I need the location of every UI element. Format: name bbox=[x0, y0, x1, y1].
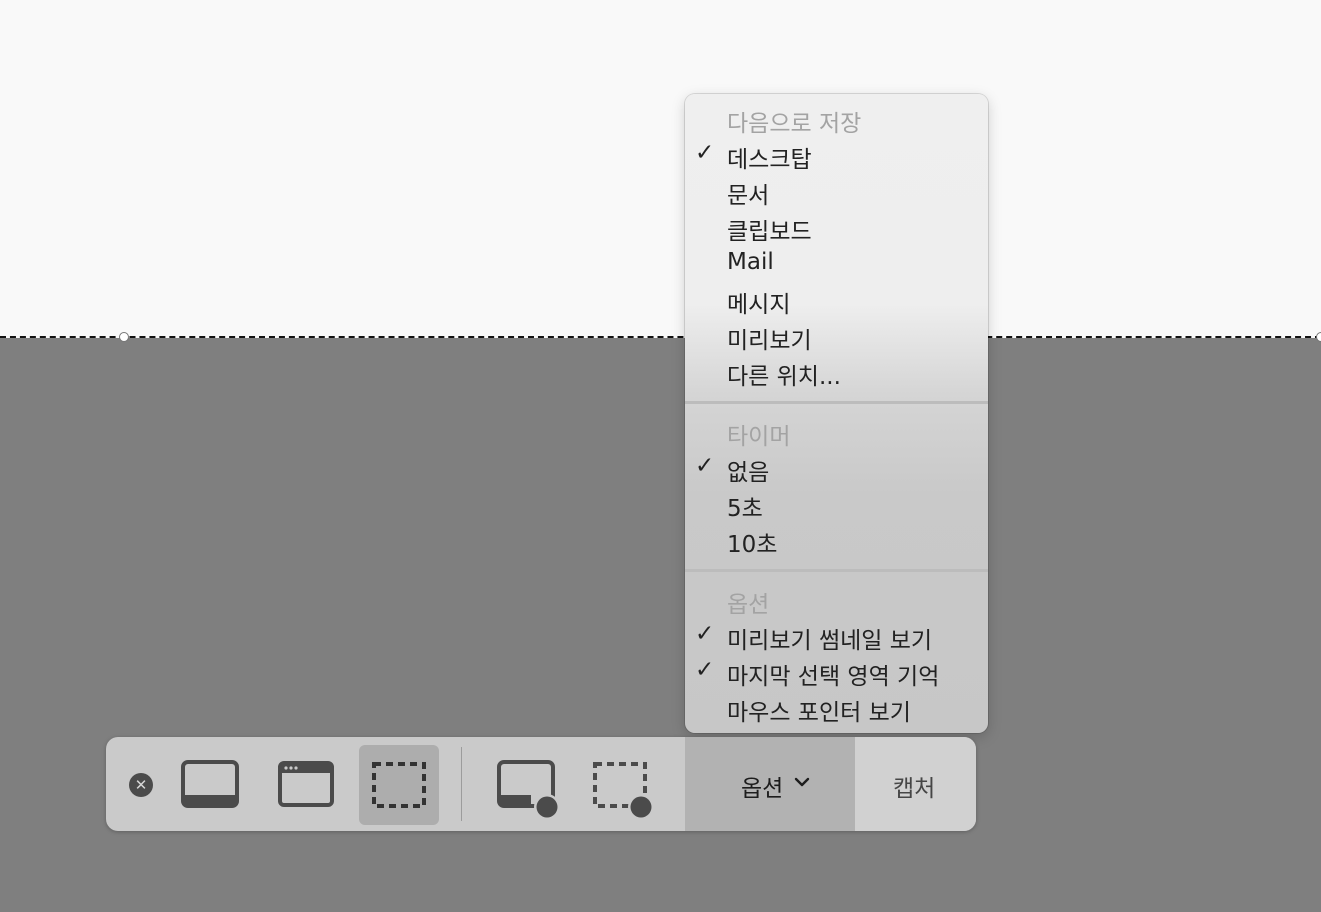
chevron-down-icon bbox=[794, 777, 810, 787]
menu-item-messages[interactable]: 메시지 bbox=[685, 279, 988, 318]
selection-resize-handle[interactable] bbox=[1316, 332, 1321, 342]
checkmark-icon: ✓ bbox=[695, 621, 715, 647]
menu-item-timer-5s[interactable]: 5초 bbox=[685, 483, 988, 522]
capture-entire-screen-icon bbox=[181, 760, 239, 808]
menu-separator bbox=[685, 569, 988, 572]
capture-selection-button[interactable] bbox=[359, 745, 439, 825]
menu-item-label: 다른 위치... bbox=[727, 364, 841, 390]
record-entire-screen-button[interactable] bbox=[486, 745, 566, 825]
menu-item-label: 마지막 선택 영역 기억 bbox=[727, 664, 940, 690]
options-menu: 다음으로 저장 ✓ 데스크탑 문서 클립보드 Mail 메시지 미리보기 다른 … bbox=[685, 94, 988, 733]
menu-header-label: 다음으로 저장 bbox=[727, 111, 862, 137]
capture-entire-screen-button[interactable] bbox=[170, 745, 250, 825]
menu-item-label: 문서 bbox=[727, 183, 770, 209]
options-button-label: 옵션 bbox=[741, 776, 784, 802]
screenshot-toolbar: ✕ 옵션 캡처 bbox=[106, 737, 976, 831]
selection-boundary[interactable] bbox=[0, 336, 1321, 338]
record-entire-screen-icon bbox=[497, 760, 560, 820]
menu-item-show-mouse-pointer[interactable]: 마우스 포인터 보기 bbox=[685, 687, 988, 726]
close-icon[interactable]: ✕ bbox=[129, 773, 153, 797]
menu-item-documents[interactable]: 문서 bbox=[685, 170, 988, 209]
menu-item-timer-10s[interactable]: 10초 bbox=[685, 519, 988, 558]
menu-header-save-to: 다음으로 저장 bbox=[685, 98, 988, 137]
capture-window-button[interactable] bbox=[266, 745, 346, 825]
menu-item-label: 마우스 포인터 보기 bbox=[727, 700, 911, 726]
menu-item-label: 데스크탑 bbox=[727, 147, 812, 173]
menu-item-label: Mail bbox=[727, 249, 774, 275]
menu-item-label: 5초 bbox=[727, 496, 763, 522]
menu-item-label: 클립보드 bbox=[727, 219, 812, 245]
menu-item-show-floating-thumbnail[interactable]: ✓ 미리보기 썸네일 보기 bbox=[685, 615, 988, 654]
menu-separator bbox=[685, 401, 988, 404]
menu-item-remember-last-selection[interactable]: ✓ 마지막 선택 영역 기억 bbox=[685, 651, 988, 690]
menu-item-mail[interactable]: Mail bbox=[685, 243, 988, 279]
record-selection-icon bbox=[593, 762, 654, 820]
menu-header-options: 옵션 bbox=[685, 579, 988, 618]
capture-button-label: 캡처 bbox=[893, 776, 936, 802]
capture-button[interactable]: 캡처 bbox=[855, 737, 976, 831]
menu-item-label: 메시지 bbox=[727, 292, 791, 318]
screen-area-unselected bbox=[0, 0, 1321, 338]
checkmark-icon: ✓ bbox=[695, 657, 715, 683]
menu-item-clipboard[interactable]: 클립보드 bbox=[685, 206, 988, 245]
menu-item-label: 미리보기 bbox=[727, 328, 812, 354]
menu-header-label: 옵션 bbox=[727, 592, 770, 618]
menu-item-label: 10초 bbox=[727, 532, 778, 558]
checkmark-icon: ✓ bbox=[695, 453, 715, 479]
menu-header-label: 타이머 bbox=[727, 424, 791, 450]
selection-resize-handle[interactable] bbox=[119, 332, 129, 342]
menu-item-label: 미리보기 썸네일 보기 bbox=[727, 628, 933, 654]
options-button[interactable]: 옵션 bbox=[685, 737, 855, 831]
menu-header-timer: 타이머 bbox=[685, 411, 988, 450]
capture-window-icon bbox=[278, 761, 334, 807]
menu-item-timer-none[interactable]: ✓ 없음 bbox=[685, 447, 988, 486]
menu-item-preview[interactable]: 미리보기 bbox=[685, 315, 988, 354]
menu-item-other-location[interactable]: 다른 위치... bbox=[685, 351, 988, 390]
record-selection-button[interactable] bbox=[581, 745, 661, 825]
menu-item-label: 없음 bbox=[727, 460, 770, 486]
checkmark-icon: ✓ bbox=[695, 140, 715, 166]
toolbar-divider bbox=[461, 747, 462, 821]
capture-selection-icon bbox=[372, 762, 426, 808]
menu-item-desktop[interactable]: ✓ 데스크탑 bbox=[685, 134, 988, 173]
